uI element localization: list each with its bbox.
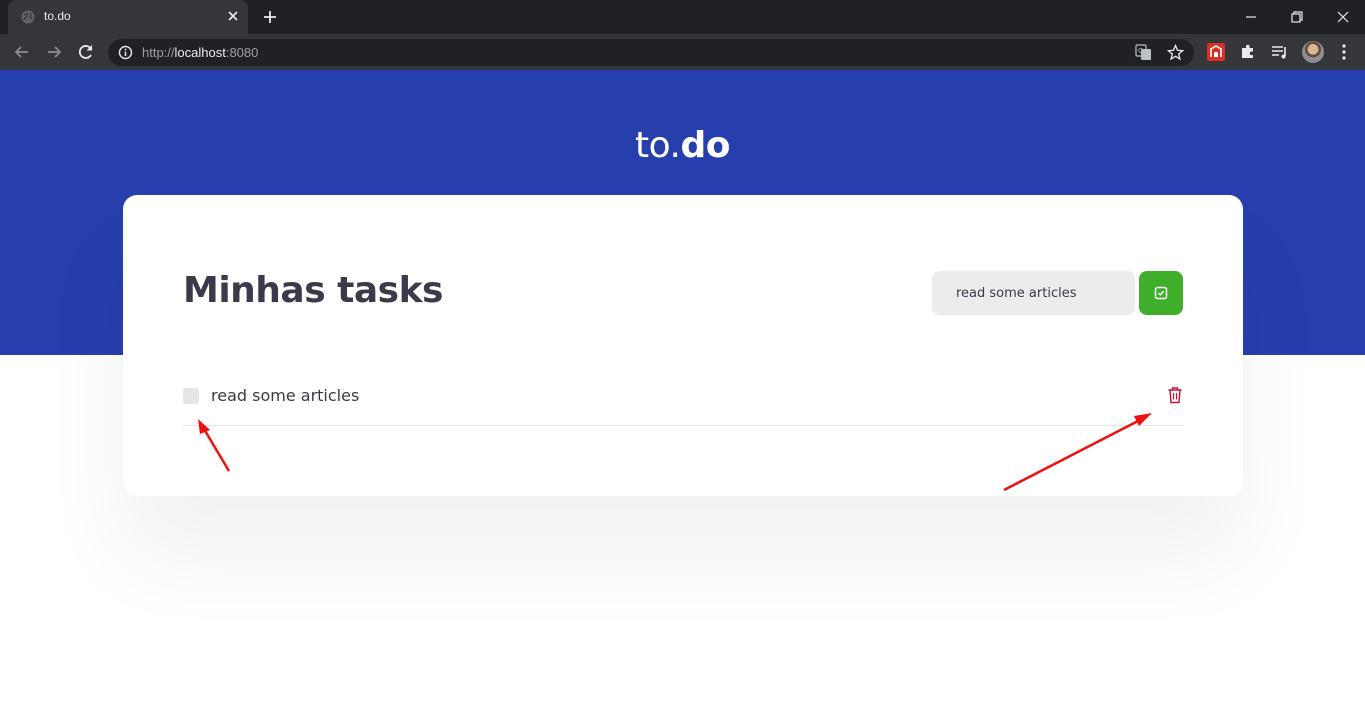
browser-toolbar: http://localhost:8080 G	[0, 34, 1365, 70]
back-icon[interactable]	[12, 42, 32, 62]
info-icon[interactable]	[118, 45, 133, 60]
plus-icon[interactable]	[262, 9, 278, 25]
task-checkbox[interactable]	[183, 388, 199, 404]
tab-strip: to.do	[0, 0, 1365, 34]
close-window-icon[interactable]	[1332, 6, 1354, 28]
url-port: :8080	[225, 45, 259, 60]
address-bar[interactable]: http://localhost:8080 G	[108, 39, 1194, 66]
extension-icon[interactable]	[1206, 42, 1226, 62]
avatar[interactable]	[1302, 41, 1324, 63]
translate-icon[interactable]: G	[1135, 44, 1152, 61]
media-icon[interactable]	[1270, 42, 1290, 62]
reload-icon[interactable]	[76, 42, 96, 62]
page-content: to.do Minhas tasks read some articles	[0, 70, 1365, 725]
close-icon[interactable]	[226, 9, 240, 23]
brand-bold: do	[680, 125, 730, 166]
browser-tab[interactable]: to.do	[8, 0, 248, 34]
url-text: http://localhost:8080	[142, 45, 258, 60]
tab-title: to.do	[44, 9, 71, 23]
page-title: Minhas tasks	[183, 270, 443, 311]
url-scheme: http://	[142, 45, 175, 60]
task-text: read some articles	[211, 386, 360, 405]
forward-icon[interactable]	[44, 42, 64, 62]
restore-icon[interactable]	[1286, 6, 1308, 28]
svg-text:G: G	[1138, 47, 1143, 55]
brand-light: to.	[635, 125, 681, 166]
url-host: localhost	[174, 45, 226, 60]
globe-icon	[21, 10, 35, 24]
new-task-input[interactable]	[932, 271, 1135, 315]
minimize-icon[interactable]	[1240, 6, 1262, 28]
add-task-button[interactable]	[1139, 271, 1183, 315]
brand-logo: to.do	[0, 125, 1365, 166]
star-icon[interactable]	[1167, 44, 1184, 61]
tasks-card: Minhas tasks read some articles	[123, 195, 1243, 496]
trash-icon[interactable]	[1167, 386, 1183, 404]
task-row: read some articles	[183, 375, 1183, 426]
check-square-icon	[1154, 286, 1168, 300]
puzzle-icon[interactable]	[1238, 42, 1258, 62]
menu-icon[interactable]	[1334, 42, 1354, 62]
